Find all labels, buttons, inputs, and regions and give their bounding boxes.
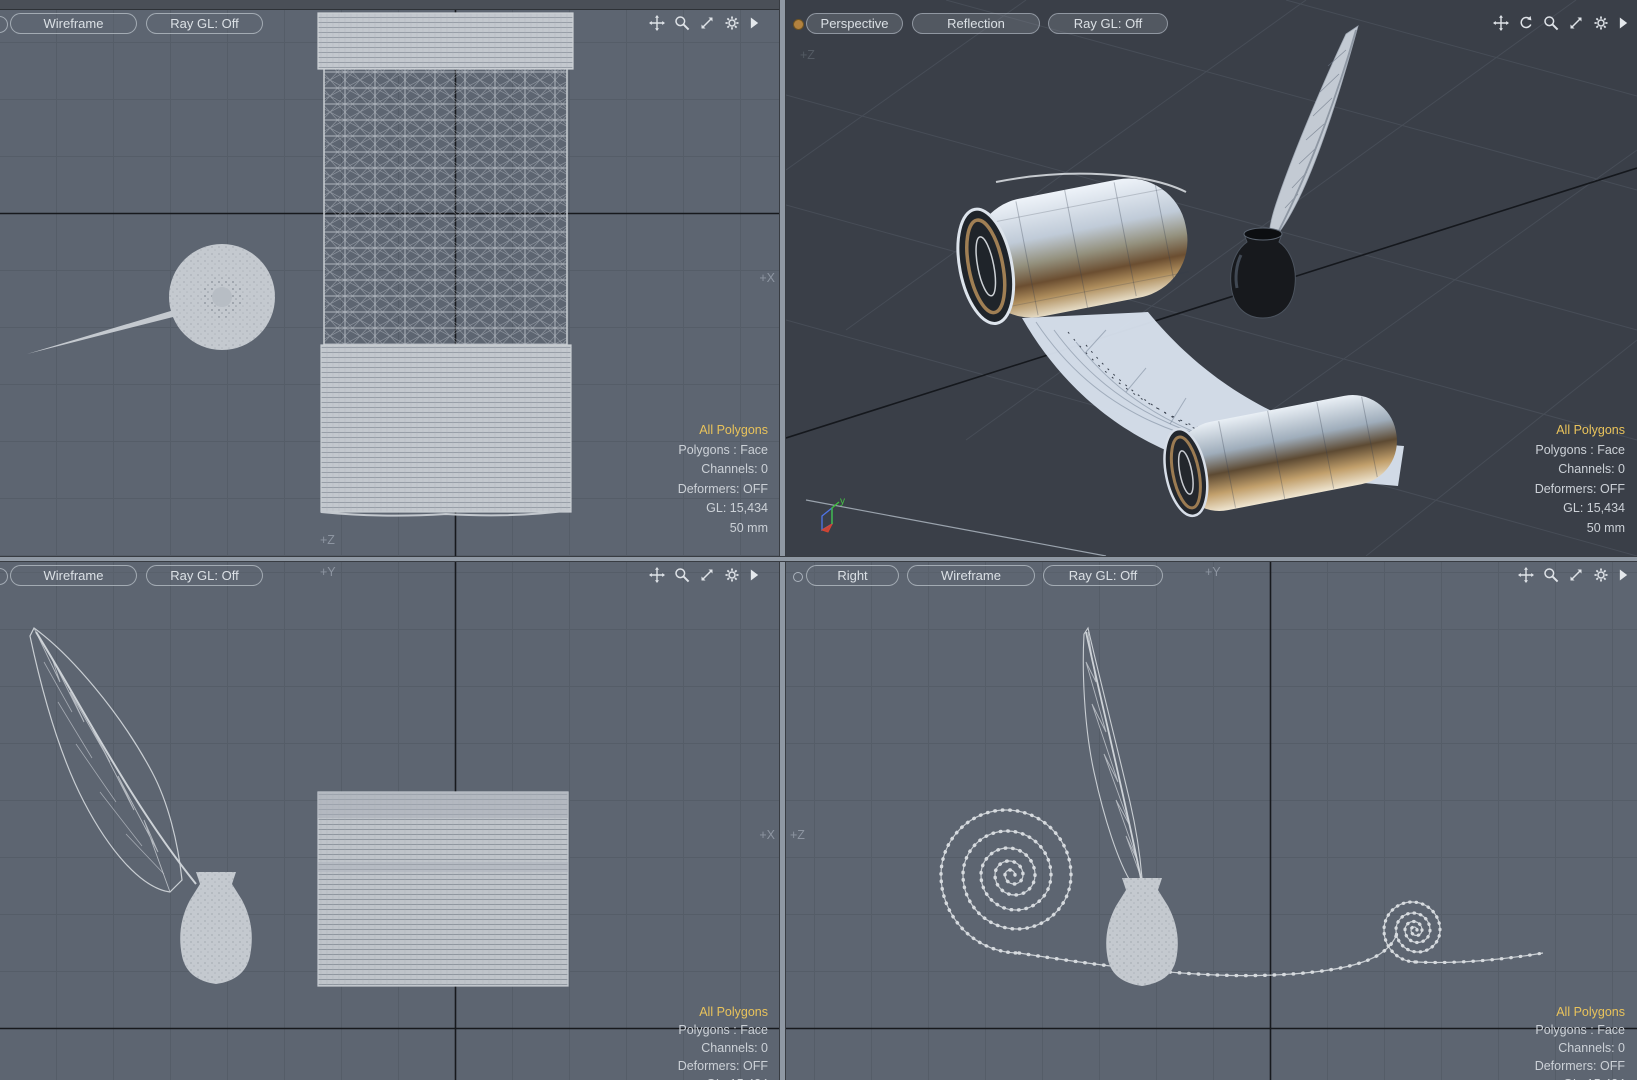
deformers-readout: Deformers: OFF [1534,1059,1625,1073]
gl-polycount-readout: GL: 15,434 [678,1075,768,1080]
ray-gl-button[interactable]: Ray GL: Off [146,13,263,34]
focal-length-readout: 50 mm [729,520,768,535]
shading-mode-button[interactable]: Wireframe [10,565,137,586]
selection-set-readout: All Polygons [1556,423,1625,437]
viewport-info-readout: All Polygons Polygons : Face Channels: 0… [1535,1003,1625,1080]
selection-mode-readout: Polygons : Face [678,442,768,457]
zoom-icon[interactable] [1543,15,1559,31]
viewport-tab-stub[interactable] [0,568,8,585]
maximize-icon[interactable] [699,15,715,31]
gizmo-axis-label: y [840,496,845,507]
zoom-icon[interactable] [674,15,690,31]
shading-mode-button[interactable]: Reflection [912,13,1040,34]
viewport-right[interactable]: Right Wireframe Ray GL: Off +Y +Z All Po… [786,562,1637,1080]
viewport-mode-dot[interactable] [793,572,803,582]
selection-mode-readout: Polygons : Face [678,1023,768,1037]
horizontal-splitter[interactable] [0,556,1637,562]
modeling-app-quad-view: Wireframe Ray GL: Off +X +Z All Polygons… [0,0,1637,1080]
viewport-front[interactable]: Wireframe Ray GL: Off +Y +X All Polygons… [0,562,779,1080]
axis-label-z: +Z [320,533,335,547]
front-view-canvas[interactable] [0,562,779,1080]
maximize-icon[interactable] [1568,15,1584,31]
right-view-canvas[interactable] [786,562,1637,1080]
deformers-readout: Deformers: OFF [1534,481,1625,496]
axis-label-x: +X [759,271,775,285]
top-view-canvas[interactable] [0,0,779,556]
channels-readout: Channels: 0 [1558,1041,1625,1055]
settings-gear-icon[interactable] [1593,15,1609,31]
viewport-header: Perspective Reflection Ray GL: Off [786,13,1637,35]
channels-readout: Channels: 0 [1558,462,1625,476]
pan-icon[interactable] [649,567,665,583]
settings-gear-icon[interactable] [724,567,740,583]
axis-label-z: +Z [790,828,805,842]
viewport-header: Wireframe Ray GL: Off [0,565,779,587]
view-type-button[interactable]: Right [806,565,899,586]
maximize-icon[interactable] [699,567,715,583]
selection-set-readout: All Polygons [699,1005,768,1019]
pan-icon[interactable] [649,15,665,31]
pan-icon[interactable] [1518,567,1534,583]
shading-mode-button[interactable]: Wireframe [10,13,137,34]
viewport-header: Right Wireframe Ray GL: Off [786,565,1637,587]
perspective-canvas[interactable]: y [786,0,1637,556]
viewport-info-readout: All Polygons Polygons : Face Channels: 0… [678,1003,768,1080]
focal-length-readout: 50 mm [1586,520,1625,535]
settings-gear-icon[interactable] [724,15,740,31]
pan-icon[interactable] [1493,15,1509,31]
rotate-icon[interactable] [1518,15,1534,31]
viewport-info-readout: All Polygons Polygons : Face Channels: 0… [1535,421,1625,538]
deformers-readout: Deformers: OFF [677,481,768,496]
selection-set-readout: All Polygons [699,423,768,437]
expand-arrow-icon[interactable] [1618,16,1629,30]
ray-gl-button[interactable]: Ray GL: Off [1043,565,1163,586]
maximize-icon[interactable] [1568,567,1584,583]
window-edge [0,0,779,10]
axis-label-x: +X [759,828,775,842]
channels-readout: Channels: 0 [701,462,768,476]
gl-polycount-readout: GL: 15,434 [1563,501,1625,515]
viewport-mode-dot[interactable] [793,19,804,30]
viewport-top-left[interactable]: Wireframe Ray GL: Off +X +Z All Polygons… [0,0,779,556]
channels-readout: Channels: 0 [701,1041,768,1055]
expand-arrow-icon[interactable] [749,568,760,582]
viewport-perspective[interactable]: y Perspective Reflection Ray GL: Off +Z … [786,0,1637,556]
expand-arrow-icon[interactable] [749,16,760,30]
shading-mode-button[interactable]: Wireframe [907,565,1035,586]
deformers-readout: Deformers: OFF [677,1059,768,1073]
axis-gizmo-icon: y [820,496,845,533]
vertical-splitter[interactable] [779,0,786,1080]
zoom-icon[interactable] [674,567,690,583]
settings-gear-icon[interactable] [1593,567,1609,583]
viewport-info-readout: All Polygons Polygons : Face Channels: 0… [678,421,768,538]
gl-polycount-readout: GL: 15,434 [706,501,768,515]
viewport-header: Wireframe Ray GL: Off [0,13,779,35]
ray-gl-button[interactable]: Ray GL: Off [1048,13,1168,34]
axis-label-z: +Z [800,48,815,62]
zoom-icon[interactable] [1543,567,1559,583]
gl-polycount-readout: GL: 15,434 [1535,1075,1625,1080]
expand-arrow-icon[interactable] [1618,568,1629,582]
ray-gl-button[interactable]: Ray GL: Off [146,565,263,586]
viewport-tab-stub[interactable] [0,16,8,33]
selection-set-readout: All Polygons [1556,1005,1625,1019]
selection-mode-readout: Polygons : Face [1535,1023,1625,1037]
selection-mode-readout: Polygons : Face [1535,442,1625,457]
view-type-button[interactable]: Perspective [806,13,903,34]
